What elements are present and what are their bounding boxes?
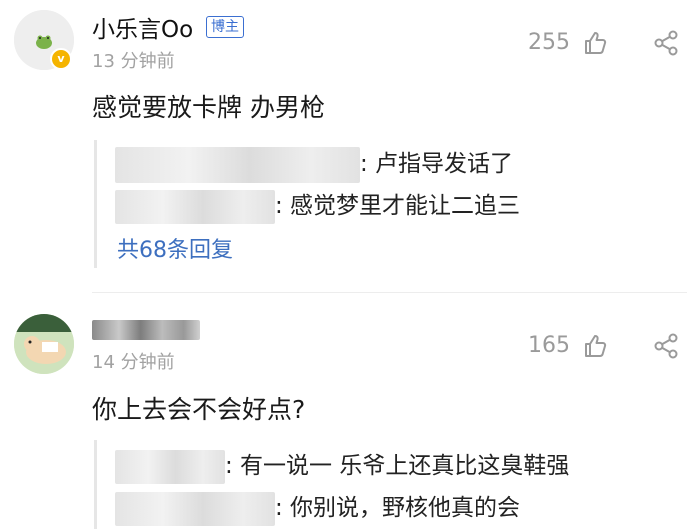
share-icon[interactable] [653,333,679,359]
thumbs-up-icon[interactable] [582,30,608,56]
author-tag: 博主 [206,16,244,38]
verified-badge-icon: v [50,48,72,70]
thumbs-up-icon[interactable] [582,333,608,359]
reply-text: : 你别说，野核他真的会 [275,495,521,521]
like-count[interactable]: 255 [528,30,570,55]
comment-time: 14 分钟前 [92,352,175,373]
comment-text: 感觉要放卡牌 办男枪 [92,93,325,122]
reply-item[interactable]: : 你别说，野核他真的会 [115,488,520,526]
like-count[interactable]: 165 [528,333,570,358]
reply-block[interactable]: : 有一说一 乐爷上还真比这臭鞋强 : 你别说，野核他真的会 [94,440,657,529]
divider [92,292,687,293]
blurred-username [115,491,275,526]
reply-item[interactable]: : 感觉梦里才能让二追三 [115,186,520,224]
comment-item: 14 分钟前 165 你上去会不会好点? : 有一说一 乐爷上还真比这臭鞋强 :… [0,300,687,529]
share-icon[interactable] [653,30,679,56]
blurred-username [115,146,360,183]
reply-text: : 感觉梦里才能让二追三 [275,193,521,219]
reply-item[interactable]: : 卢指导发话了 [115,144,513,183]
reply-text: : 有一说一 乐爷上还真比这臭鞋强 [225,453,570,479]
reply-item[interactable]: : 有一说一 乐爷上还真比这臭鞋强 [115,446,569,484]
avatar[interactable] [14,314,74,374]
blurred-username[interactable] [92,320,200,340]
blurred-username [115,449,225,484]
reply-block[interactable]: : 卢指导发话了 : 感觉梦里才能让二追三 共68条回复 [94,140,657,268]
comment-time: 13 分钟前 [92,51,175,72]
comment-item: v 小乐言Oo 博主 13 分钟前 255 感觉要放卡牌 办男枪 : 卢指导发话… [0,0,687,290]
reply-text: : 卢指导发话了 [360,151,514,177]
cartoon-avatar-icon [14,314,74,374]
comment-text: 你上去会不会好点? [92,395,306,424]
more-replies-link[interactable]: 共68条回复 [117,232,233,264]
blurred-username [115,189,275,224]
username[interactable]: 小乐言Oo [92,10,193,44]
